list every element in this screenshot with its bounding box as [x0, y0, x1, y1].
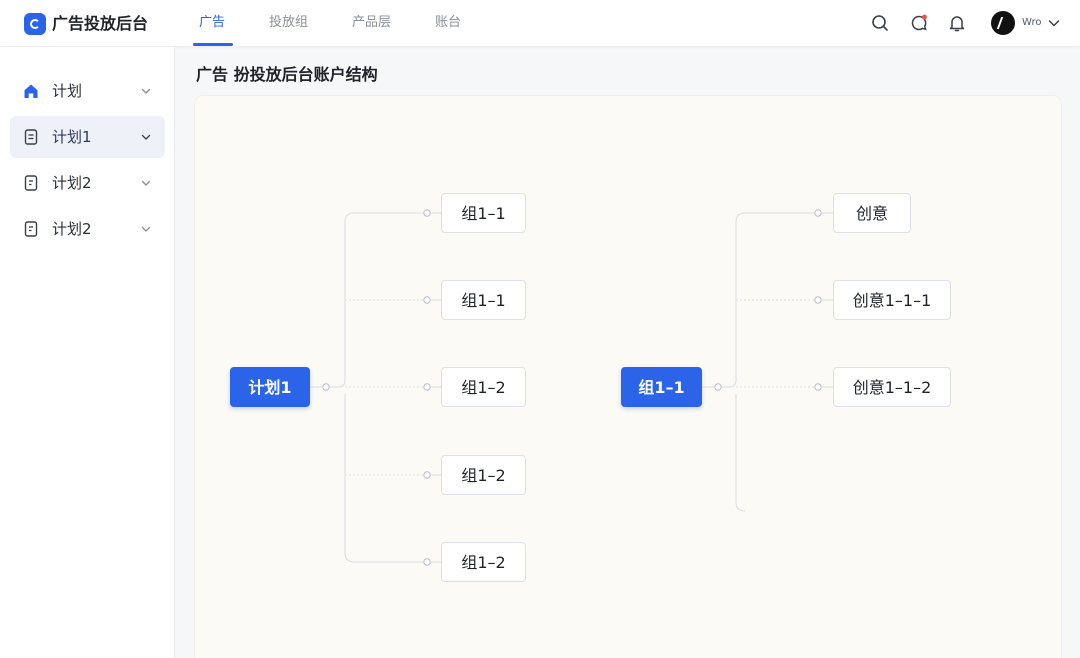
sidebar-item-plan[interactable]: 计划 — [10, 70, 165, 112]
user-name[interactable]: Wro — [1022, 16, 1041, 30]
nav-tab-groups[interactable]: 投放组 — [269, 14, 308, 32]
chevron-down-icon — [141, 180, 151, 186]
search-icon[interactable] — [870, 13, 890, 33]
tree-node-group[interactable]: 组1–2 — [441, 542, 526, 582]
sidebar: 计划 计划1 计划2 计划2 — [0, 47, 175, 658]
tree-node-plan-root[interactable]: 计划1 — [230, 367, 310, 407]
active-tab-indicator — [193, 43, 233, 46]
nav-tab-ads[interactable]: 广告 — [199, 14, 225, 32]
page-title: 广告 扮投放后台账户结构 — [196, 65, 378, 84]
document-icon — [24, 221, 38, 237]
sidebar-item-label: 计划 — [52, 82, 83, 100]
document-icon — [24, 129, 38, 145]
sidebar-item-plan-1[interactable]: 计划1 — [10, 116, 165, 158]
sidebar-item-label: 计划1 — [52, 128, 92, 146]
document-icon — [24, 175, 38, 191]
sidebar-item-label: 计划2 — [52, 220, 92, 238]
tree-node-group[interactable]: 组1–2 — [441, 367, 526, 407]
home-icon — [24, 84, 38, 98]
tree-node-creative[interactable]: 创意 — [833, 193, 911, 233]
bell-icon[interactable] — [947, 13, 967, 33]
tree-node-group[interactable]: 组1–1 — [441, 193, 526, 233]
top-header: 广告投放后台 广告 投放组 产品层 账台 Wro — [0, 0, 1080, 47]
tree-node-creative[interactable]: 创意1–1–2 — [833, 367, 951, 407]
nav-tab-accounts[interactable]: 账台 — [435, 14, 461, 32]
tree-node-group[interactable]: 组1–1 — [441, 280, 526, 320]
chevron-down-icon — [141, 226, 151, 232]
sidebar-item-plan-2[interactable]: 计划2 — [10, 162, 165, 204]
tree-node-creative[interactable]: 创意1–1–1 — [833, 280, 951, 320]
tree-node-group[interactable]: 组1–2 — [441, 455, 526, 495]
message-icon[interactable] — [909, 13, 929, 33]
chevron-down-icon — [141, 88, 151, 94]
user-avatar[interactable] — [991, 11, 1015, 35]
sidebar-item-plan-2b[interactable]: 计划2 — [10, 208, 165, 250]
chevron-down-icon[interactable] — [1046, 15, 1062, 31]
chevron-down-icon — [141, 134, 151, 140]
logo-mark-icon — [24, 13, 46, 35]
app-title: 广告投放后台 — [52, 14, 149, 33]
nav-tab-products[interactable]: 产品层 — [352, 14, 391, 32]
tree-node-group-root[interactable]: 组1–1 — [621, 367, 702, 407]
sidebar-item-label: 计划2 — [52, 174, 92, 192]
